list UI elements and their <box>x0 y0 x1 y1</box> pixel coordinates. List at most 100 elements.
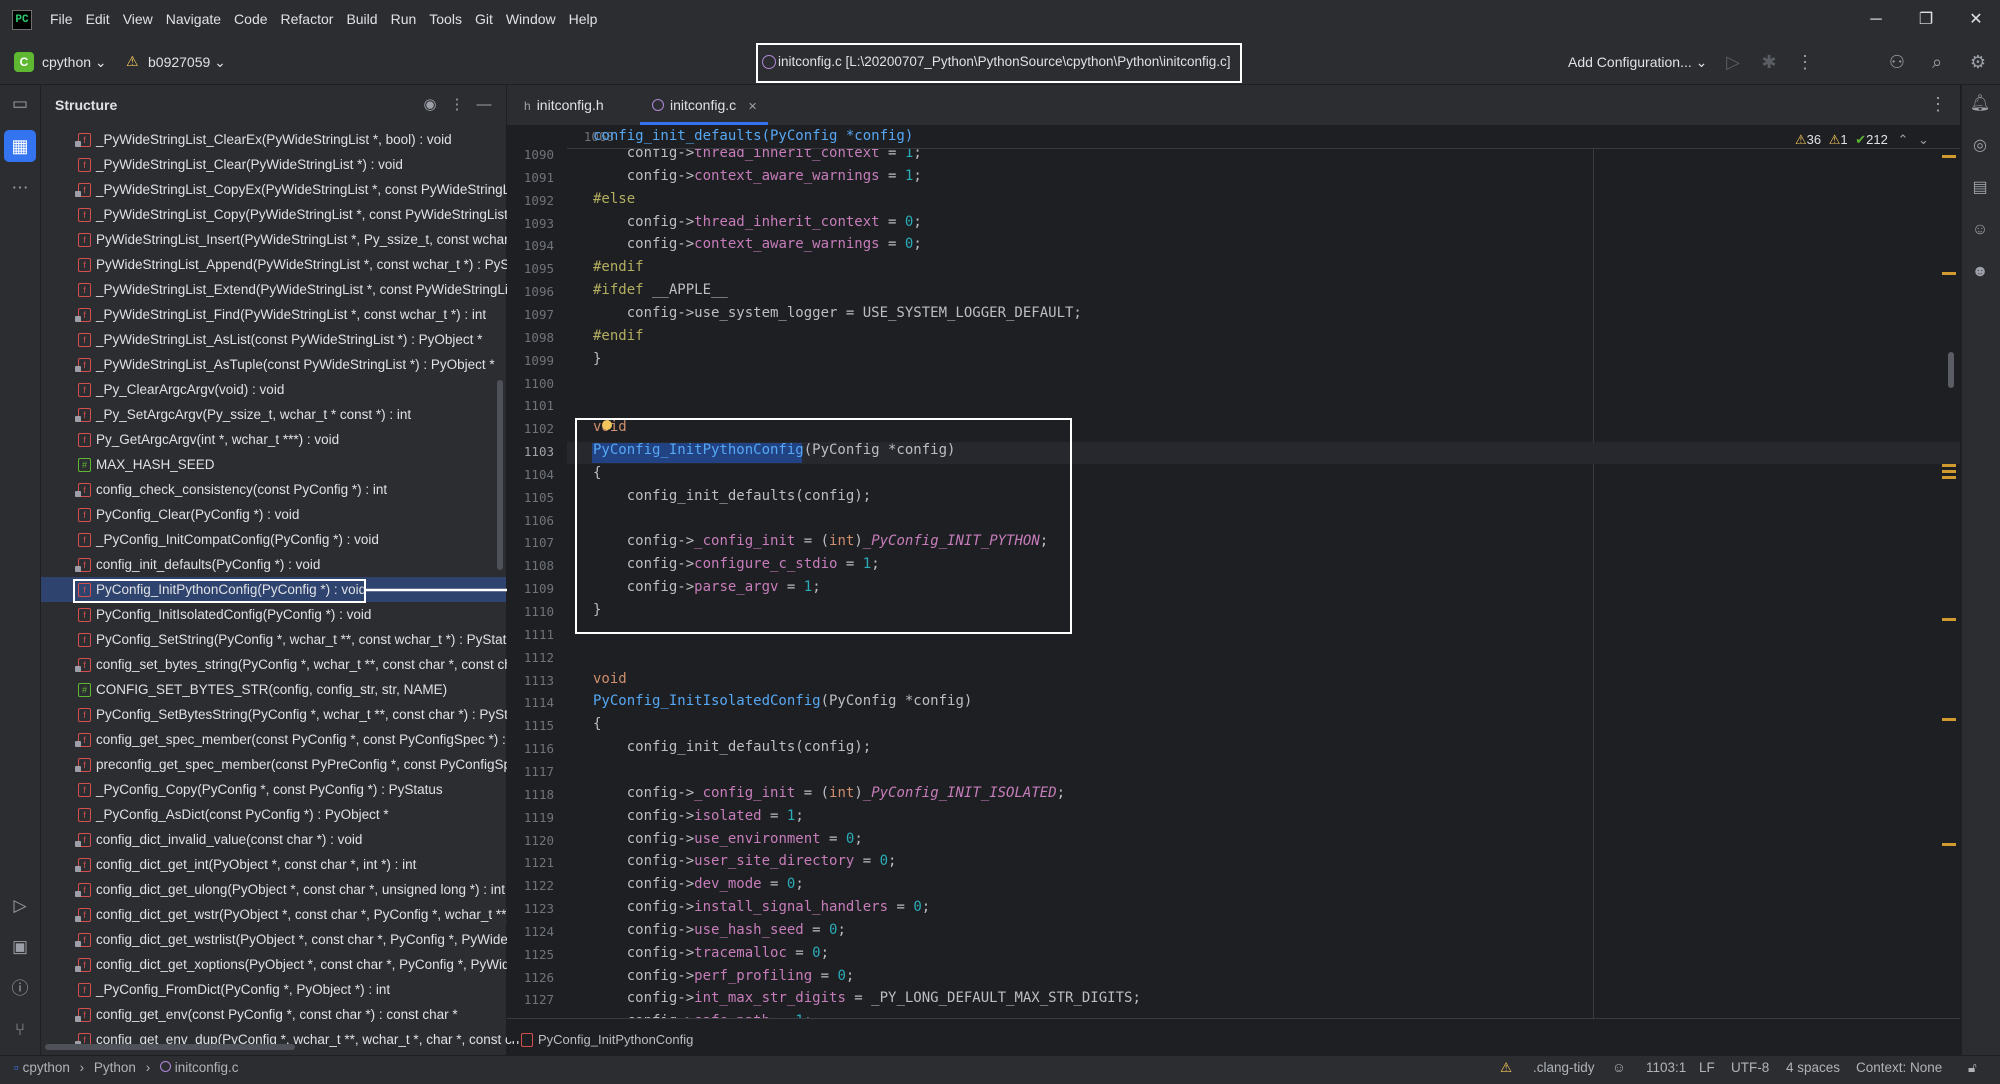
warning-stripe[interactable] <box>1942 155 1956 158</box>
structure-item[interactable]: f PyConfig_SetBytesString(PyConfig *, wch… <box>41 702 519 727</box>
line-ending[interactable]: LF <box>1699 1060 1715 1075</box>
structure-item[interactable]: f _Py_SetArgcArgv(Py_ssize_t, wchar_t * c… <box>41 402 506 427</box>
crumb-folder[interactable]: Python <box>94 1060 136 1075</box>
editor-breadcrumb[interactable]: PyConfig_InitPythonConfig <box>538 1032 693 1047</box>
structure-item[interactable]: f config_dict_get_int(PyObject *, const c… <box>41 852 506 877</box>
debug-icon[interactable]: ✱ <box>1757 50 1781 74</box>
ai-assistant-icon[interactable]: ◎ <box>1968 134 1992 158</box>
editor-scrollbar[interactable] <box>1948 352 1954 388</box>
structure-item[interactable]: f _PyWideStringList_AsList(const PyWideSt… <box>41 327 506 352</box>
menu-tools[interactable]: Tools <box>429 11 462 27</box>
structure-item[interactable]: f _PyWideStringList_ClearEx(PyWideStringL… <box>41 127 506 152</box>
structure-item[interactable]: f _PyConfig_AsDict(const PyConfig *) : Py… <box>41 802 506 827</box>
structure-item[interactable]: f config_set_bytes_string(PyConfig *, wch… <box>41 652 519 677</box>
structure-item[interactable]: f config_get_env(const PyConfig *, const … <box>41 1002 506 1027</box>
structure-tool-icon[interactable]: ▦ <box>4 130 36 162</box>
caret-position[interactable]: 1103:1 <box>1646 1060 1686 1075</box>
database-icon[interactable]: ▤ <box>1968 176 1992 200</box>
more-tools-icon[interactable]: ⋯ <box>8 176 32 200</box>
menu-navigate[interactable]: Navigate <box>166 11 221 27</box>
linter-status[interactable]: .clang-tidy <box>1533 1060 1595 1075</box>
copilot-status-icon[interactable]: ☺ <box>1612 1060 1626 1075</box>
structure-item[interactable]: f config_dict_get_xoptions(PyObject *, co… <box>41 952 517 977</box>
structure-item[interactable]: f config_dict_get_wstr(PyObject *, const … <box>41 902 511 927</box>
structure-item[interactable]: f PyConfig_SetString(PyConfig *, wchar_t … <box>41 627 521 652</box>
structure-item[interactable]: f _PyConfig_FromDict(PyConfig *, PyObject… <box>41 977 506 1002</box>
structure-item[interactable]: f config_dict_invalid_value(const char *)… <box>41 827 506 852</box>
structure-item[interactable]: f Py_GetArgcArgv(int *, wchar_t ***) : vo… <box>41 427 506 452</box>
add-configuration-button[interactable]: Add Configuration... ⌄ <box>1568 54 1707 71</box>
tab-initconfig-c[interactable]: initconfig.c ✕ <box>652 85 757 125</box>
tab-options-icon[interactable]: ⋮ <box>1926 92 1950 116</box>
structure-item[interactable]: f config_get_spec_member(const PyConfig *… <box>41 727 512 752</box>
menu-view[interactable]: View <box>123 11 153 27</box>
eye-icon[interactable]: ◉ <box>420 95 440 115</box>
vcs-branch-selector[interactable]: b0927059 ⌄ <box>148 54 226 71</box>
menu-edit[interactable]: Edit <box>86 11 110 27</box>
structure-item[interactable]: f _PyWideStringList_Copy(PyWideStringList… <box>41 202 521 227</box>
structure-item[interactable]: f config_check_consistency(const PyConfig… <box>41 477 506 502</box>
warning-stripe[interactable] <box>1942 618 1956 621</box>
structure-item[interactable]: f PyConfig_Clear(PyConfig *) : void <box>41 502 506 527</box>
warning-stripe[interactable] <box>1942 272 1956 275</box>
warning-stripe[interactable] <box>1942 476 1956 479</box>
menu-build[interactable]: Build <box>346 11 377 27</box>
close-window-button[interactable]: ✕ <box>1956 6 1996 34</box>
project-folder-icon[interactable]: ▭ <box>8 92 32 116</box>
services-icon[interactable]: ▷ <box>8 894 32 918</box>
project-badge[interactable]: C <box>14 52 34 72</box>
structure-item[interactable]: f PyWideStringList_Insert(PyWideStringLis… <box>41 227 520 252</box>
warning-stripe[interactable] <box>1942 464 1956 467</box>
run-icon[interactable]: ▷ <box>1721 50 1745 74</box>
menu-file[interactable]: File <box>50 11 73 27</box>
copilot-chat-icon[interactable]: ☻ <box>1968 260 1992 284</box>
structure-item[interactable]: f PyConfig_InitIsolatedConfig(PyConfig *)… <box>41 602 506 627</box>
structure-item[interactable]: f _PyConfig_Copy(PyConfig *, const PyConf… <box>41 777 506 802</box>
menu-window[interactable]: Window <box>506 11 556 27</box>
menu-refactor[interactable]: Refactor <box>281 11 334 27</box>
menu-help[interactable]: Help <box>569 11 598 27</box>
tab-initconfig-h[interactable]: h initconfig.h <box>524 85 604 125</box>
problems-icon[interactable]: ⓘ <box>8 977 32 1001</box>
warning-stripe[interactable] <box>1942 843 1956 846</box>
hide-panel-icon[interactable]: — <box>474 95 494 115</box>
indent-setting[interactable]: 4 spaces <box>1786 1060 1840 1075</box>
warning-stripe[interactable] <box>1942 718 1956 721</box>
warning-stripe[interactable] <box>1942 470 1956 473</box>
structure-item[interactable]: f config_dict_get_wstrlist(PyObject *, co… <box>41 927 517 952</box>
sticky-scroll-header[interactable]: 1068 config_init_defaults(PyConfig *conf… <box>567 126 1960 149</box>
structure-item[interactable]: f _Py_ClearArgcArgv(void) : void <box>41 377 506 402</box>
search-icon[interactable]: ⌕ <box>1925 50 1949 74</box>
lock-icon[interactable]: 🔓︎ <box>1968 1060 1977 1076</box>
context-selector[interactable]: Context: None <box>1856 1060 1942 1075</box>
terminal-icon[interactable]: ▣ <box>8 935 32 959</box>
copilot-icon[interactable]: ☺ <box>1968 218 1992 242</box>
intention-bulb-icon[interactable] <box>602 420 612 430</box>
panel-options-icon[interactable]: ⋮ <box>447 95 467 115</box>
structure-item[interactable]: f _PyWideStringList_AsTuple(const PyWideS… <box>41 352 506 377</box>
notifications-icon[interactable]: 🔔︎ <box>1968 92 1992 116</box>
crumb-project[interactable]: cpython <box>23 1060 70 1075</box>
file-encoding[interactable]: UTF-8 <box>1731 1060 1769 1075</box>
menu-code[interactable]: Code <box>234 11 267 27</box>
structure-item[interactable]: f config_dict_get_ulong(PyObject *, const… <box>41 877 506 902</box>
restore-button[interactable]: ❐ <box>1906 6 1946 34</box>
structure-item[interactable]: f _PyWideStringList_Find(PyWideStringList… <box>41 302 506 327</box>
structure-item[interactable]: # CONFIG_SET_BYTES_STR(config, config_str… <box>41 677 506 702</box>
git-icon[interactable]: ⑂ <box>8 1018 32 1042</box>
menu-run[interactable]: Run <box>391 11 417 27</box>
inspection-widget[interactable]: ⚠36 ⚠1 ✔212 ⌃ ⌄ <box>1795 132 1929 148</box>
close-tab-icon[interactable]: ✕ <box>748 101 757 113</box>
next-highlight-icon[interactable]: ⌄ <box>1918 132 1929 147</box>
structure-item[interactable]: # MAX_HASH_SEED <box>41 452 506 477</box>
structure-item[interactable]: f preconfig_get_spec_member(const PyPreCo… <box>41 752 518 777</box>
crumb-file[interactable]: initconfig.c <box>175 1060 239 1075</box>
structure-item[interactable]: f config_init_defaults(PyConfig *) : void <box>41 552 506 577</box>
structure-scrollbar[interactable] <box>497 380 503 570</box>
project-selector[interactable]: cpython ⌄ <box>42 54 107 71</box>
settings-gear-icon[interactable]: ⚙ <box>1966 50 1990 74</box>
menu-git[interactable]: Git <box>475 11 493 27</box>
structure-hscrollbar[interactable] <box>45 1044 295 1050</box>
prev-highlight-icon[interactable]: ⌃ <box>1898 132 1909 147</box>
more-actions-icon[interactable]: ⋮ <box>1793 50 1817 74</box>
